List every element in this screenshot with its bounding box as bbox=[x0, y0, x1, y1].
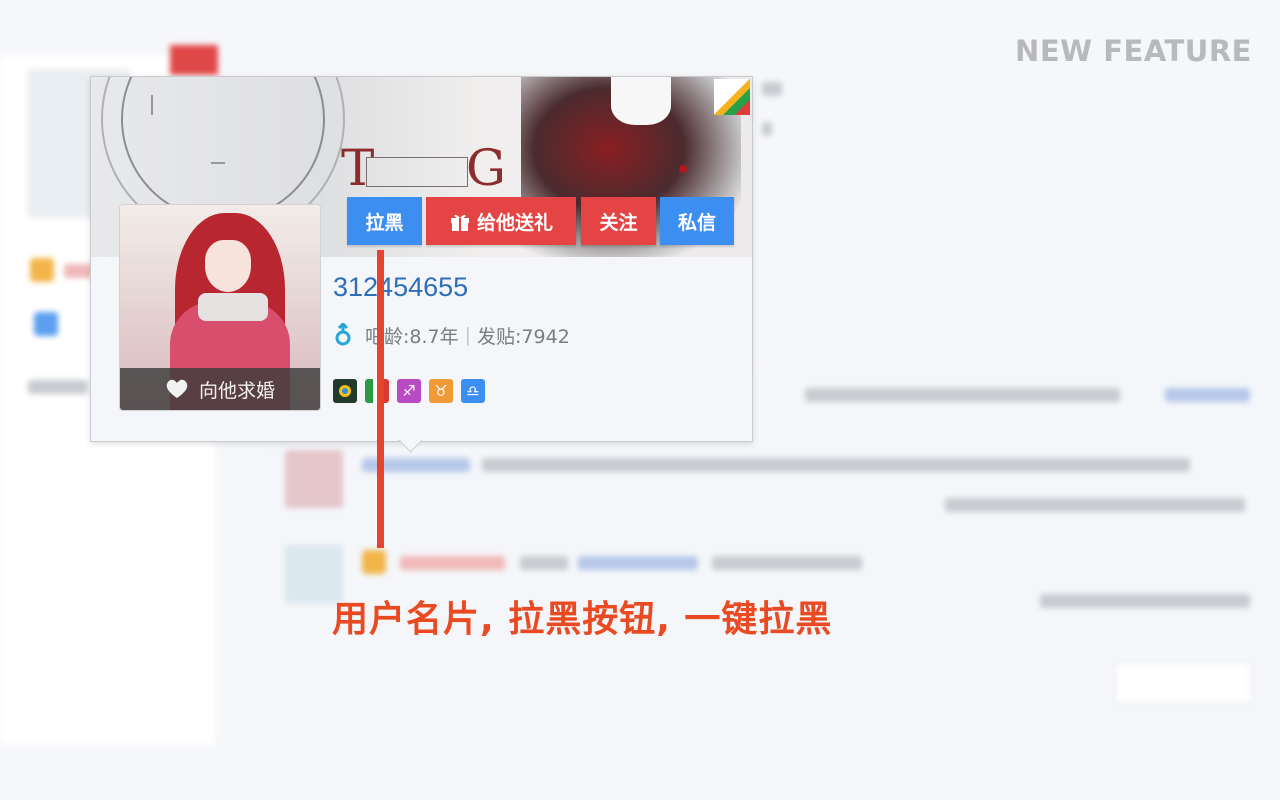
gift-icon bbox=[449, 210, 471, 232]
corner-flag-icon bbox=[714, 79, 750, 115]
blurred-text bbox=[762, 122, 772, 136]
user-stats: 吧龄:8.7年 | 发贴:7942 bbox=[333, 321, 570, 348]
blurred-text bbox=[400, 556, 505, 570]
blurred-meta bbox=[945, 498, 1245, 512]
annotation-pointer-line bbox=[377, 250, 384, 548]
send-gift-label: 给他送礼 bbox=[476, 211, 553, 234]
stats-divider: | bbox=[464, 324, 472, 346]
taurus-icon[interactable]: ♉ bbox=[429, 379, 453, 403]
private-message-label: 私信 bbox=[677, 211, 716, 234]
username-link[interactable]: 312454655 bbox=[333, 272, 468, 303]
level-badge bbox=[362, 550, 386, 574]
reply-avatar bbox=[285, 450, 343, 508]
blurred-link bbox=[1165, 388, 1250, 402]
propose-button[interactable]: 向他求婚 bbox=[120, 368, 320, 410]
blurred-meta bbox=[805, 388, 1120, 402]
level-badge bbox=[30, 258, 54, 282]
blurred-text bbox=[482, 458, 1190, 472]
follow-button-label: 关注 bbox=[599, 211, 638, 234]
user-badges: ♐ ♉ ♎ bbox=[333, 379, 485, 403]
blurred-text bbox=[762, 82, 782, 96]
libra-icon[interactable]: ♎ bbox=[461, 379, 485, 403]
follow-button[interactable]: 关注 bbox=[581, 197, 656, 245]
heart-icon bbox=[166, 379, 188, 398]
sun-badge-icon[interactable] bbox=[333, 379, 357, 403]
block-button[interactable]: 拉黑 bbox=[347, 197, 422, 245]
send-gift-button[interactable]: 给他送礼 bbox=[426, 197, 576, 245]
blurred-reply-button bbox=[1115, 662, 1252, 704]
blurred-text bbox=[520, 556, 568, 570]
male-gender-icon bbox=[333, 321, 353, 347]
blurred-link bbox=[578, 556, 698, 570]
corner-ribbon bbox=[170, 45, 218, 75]
private-message-button[interactable]: 私信 bbox=[660, 197, 734, 245]
blurred-meta bbox=[1040, 594, 1250, 608]
propose-label: 向他求婚 bbox=[198, 379, 275, 402]
sagittarius-icon[interactable]: ♐ bbox=[397, 379, 421, 403]
block-button-label: 拉黑 bbox=[365, 211, 404, 234]
user-avatar[interactable]: 向他求婚 bbox=[119, 204, 321, 411]
new-feature-label: NEW FEATURE bbox=[1015, 34, 1252, 68]
blurred-icon bbox=[34, 312, 58, 336]
feature-annotation-caption: 用户名片, 拉黑按钮, 一键拉黑 bbox=[332, 599, 833, 640]
blurred-text bbox=[28, 380, 88, 394]
post-count: 发贴:7942 bbox=[477, 325, 570, 348]
blurred-text bbox=[712, 556, 862, 570]
